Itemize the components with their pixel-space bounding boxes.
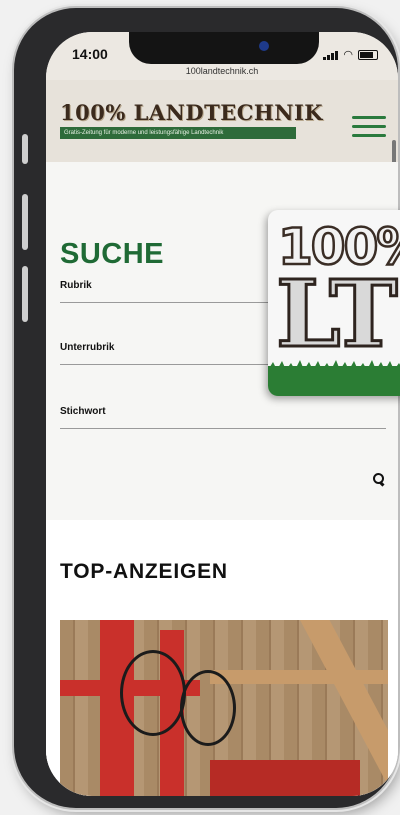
signal-icon [323,50,339,60]
badge-lt-text: LT [275,260,400,368]
hydraulic-hose [120,650,186,736]
rubrik-label: Rubrik [60,280,92,291]
notch [129,32,319,64]
wood-crossbeam [210,670,388,684]
search-title: SUCHE [60,238,165,270]
stichwort-label: Stichwort [60,406,106,417]
site-logo[interactable]: 100% LANDTECHNIK [60,100,323,125]
volume-down-button [22,266,28,322]
logo-tagline: Gratis-Zeitung für moderne und leistungs… [60,127,296,139]
machine-base [210,760,360,796]
site-header: 100% LANDTECHNIK Gratis-Zeitung für mode… [46,80,398,210]
wifi-icon: ◠ [343,49,353,61]
battery-icon [358,49,378,60]
mute-switch [22,134,28,164]
ad-photo[interactable] [60,620,388,796]
phone-frame: 14:00 ◠ 100landtechnik.ch 100% LANDTECHN… [14,8,398,808]
top-ads-title: TOP-ANZEIGEN [60,560,228,583]
camera-dot [259,41,269,51]
volume-up-button [22,194,28,250]
hydraulic-hose-2 [180,670,236,746]
top-ads-section: TOP-ANZEIGEN [46,520,398,796]
status-time: 14:00 [72,46,108,62]
hamburger-icon[interactable] [352,116,386,138]
address-bar-url[interactable]: 100landtechnik.ch [46,66,398,76]
status-icons: ◠ [323,48,378,61]
search-icon[interactable] [372,472,390,490]
grass-base [268,366,400,396]
phone-screen: 14:00 ◠ 100landtechnik.ch 100% LANDTECHN… [46,32,398,796]
lt-badge-logo: 100% LT [268,210,400,396]
status-bar: 14:00 ◠ 100landtechnik.ch [46,32,398,80]
unterrubrik-label: Unterrubrik [60,342,115,353]
stichwort-input[interactable] [60,428,386,429]
